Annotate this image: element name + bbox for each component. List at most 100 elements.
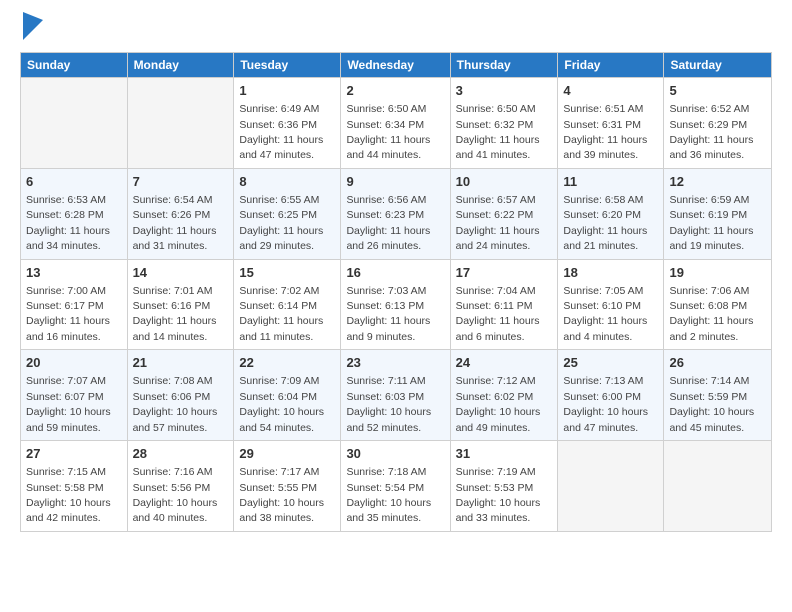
day-number: 11 xyxy=(563,173,658,191)
calendar-week-row: 6 Sunrise: 6:53 AM Sunset: 6:28 PM Daylig… xyxy=(21,168,772,259)
calendar-day-cell: 2Sunrise: 6:50 AM Sunset: 6:34 PM Daylig… xyxy=(341,78,450,169)
day-info: Sunrise: 7:16 AM Sunset: 5:56 PM Dayligh… xyxy=(133,466,218,524)
day-info: Sunrise: 6:56 AM Sunset: 6:23 PM Dayligh… xyxy=(346,194,430,252)
calendar-day-cell: 11Sunrise: 6:58 AM Sunset: 6:20 PM Dayli… xyxy=(558,168,664,259)
day-number: 26 xyxy=(669,354,766,372)
day-number: 6 xyxy=(26,173,122,191)
logo-icon xyxy=(23,12,43,40)
day-info: Sunrise: 7:07 AM Sunset: 6:07 PM Dayligh… xyxy=(26,375,111,433)
day-info: Sunrise: 6:50 AM Sunset: 6:34 PM Dayligh… xyxy=(346,103,430,161)
page: SundayMondayTuesdayWednesdayThursdayFrid… xyxy=(0,0,792,612)
day-number: 17 xyxy=(456,264,553,282)
calendar-day-cell: 28 Sunrise: 7:16 AM Sunset: 5:56 PM Dayli… xyxy=(127,441,234,532)
day-number: 3 xyxy=(456,82,553,100)
weekday-header: Sunday xyxy=(21,53,128,78)
calendar-day-cell: 5 Sunrise: 6:52 AM Sunset: 6:29 PM Daylig… xyxy=(664,78,772,169)
day-info: Sunrise: 6:55 AM Sunset: 6:25 PM Dayligh… xyxy=(239,194,323,252)
weekday-header-row: SundayMondayTuesdayWednesdayThursdayFrid… xyxy=(21,53,772,78)
calendar-day-cell: 31Sunrise: 7:19 AM Sunset: 5:53 PM Dayli… xyxy=(450,441,558,532)
day-number: 18 xyxy=(563,264,658,282)
calendar-day-cell: 6 Sunrise: 6:53 AM Sunset: 6:28 PM Daylig… xyxy=(21,168,128,259)
day-info: Sunrise: 6:51 AM Sunset: 6:31 PM Dayligh… xyxy=(563,103,647,161)
day-info: Sunrise: 6:57 AM Sunset: 6:22 PM Dayligh… xyxy=(456,194,540,252)
header xyxy=(20,16,772,40)
calendar-day-cell: 19 Sunrise: 7:06 AM Sunset: 6:08 PM Dayli… xyxy=(664,259,772,350)
day-number: 21 xyxy=(133,354,229,372)
calendar-day-cell: 26 Sunrise: 7:14 AM Sunset: 5:59 PM Dayli… xyxy=(664,350,772,441)
calendar-week-row: 20Sunrise: 7:07 AM Sunset: 6:07 PM Dayli… xyxy=(21,350,772,441)
day-info: Sunrise: 7:14 AM Sunset: 5:59 PM Dayligh… xyxy=(669,375,754,433)
day-number: 30 xyxy=(346,445,444,463)
calendar-day-cell xyxy=(664,441,772,532)
day-info: Sunrise: 7:09 AM Sunset: 6:04 PM Dayligh… xyxy=(239,375,324,433)
calendar-day-cell: 29 Sunrise: 7:17 AM Sunset: 5:55 PM Dayli… xyxy=(234,441,341,532)
day-number: 10 xyxy=(456,173,553,191)
day-number: 22 xyxy=(239,354,335,372)
day-number: 16 xyxy=(346,264,444,282)
day-info: Sunrise: 7:13 AM Sunset: 6:00 PM Dayligh… xyxy=(563,375,648,433)
day-info: Sunrise: 6:53 AM Sunset: 6:28 PM Dayligh… xyxy=(26,194,110,252)
calendar-day-cell: 7 Sunrise: 6:54 AM Sunset: 6:26 PM Daylig… xyxy=(127,168,234,259)
calendar-day-cell xyxy=(21,78,128,169)
day-number: 7 xyxy=(133,173,229,191)
day-number: 5 xyxy=(669,82,766,100)
day-info: Sunrise: 7:12 AM Sunset: 6:02 PM Dayligh… xyxy=(456,375,541,433)
day-number: 4 xyxy=(563,82,658,100)
day-number: 1 xyxy=(239,82,335,100)
day-info: Sunrise: 6:49 AM Sunset: 6:36 PM Dayligh… xyxy=(239,103,323,161)
calendar-day-cell xyxy=(558,441,664,532)
day-info: Sunrise: 7:15 AM Sunset: 5:58 PM Dayligh… xyxy=(26,466,111,524)
calendar-day-cell: 27 Sunrise: 7:15 AM Sunset: 5:58 PM Dayli… xyxy=(21,441,128,532)
weekday-header: Wednesday xyxy=(341,53,450,78)
day-number: 9 xyxy=(346,173,444,191)
day-info: Sunrise: 6:50 AM Sunset: 6:32 PM Dayligh… xyxy=(456,103,540,161)
day-number: 29 xyxy=(239,445,335,463)
logo xyxy=(20,16,43,40)
weekday-header: Saturday xyxy=(664,53,772,78)
day-info: Sunrise: 7:00 AM Sunset: 6:17 PM Dayligh… xyxy=(26,285,110,343)
calendar-day-cell: 15 Sunrise: 7:02 AM Sunset: 6:14 PM Dayli… xyxy=(234,259,341,350)
calendar-day-cell: 16Sunrise: 7:03 AM Sunset: 6:13 PM Dayli… xyxy=(341,259,450,350)
day-info: Sunrise: 6:52 AM Sunset: 6:29 PM Dayligh… xyxy=(669,103,753,161)
calendar-table: SundayMondayTuesdayWednesdayThursdayFrid… xyxy=(20,52,772,532)
day-info: Sunrise: 7:08 AM Sunset: 6:06 PM Dayligh… xyxy=(133,375,218,433)
weekday-header: Thursday xyxy=(450,53,558,78)
calendar-day-cell: 17 Sunrise: 7:04 AM Sunset: 6:11 PM Dayli… xyxy=(450,259,558,350)
calendar-day-cell: 14Sunrise: 7:01 AM Sunset: 6:16 PM Dayli… xyxy=(127,259,234,350)
day-info: Sunrise: 7:06 AM Sunset: 6:08 PM Dayligh… xyxy=(669,285,753,343)
day-info: Sunrise: 7:17 AM Sunset: 5:55 PM Dayligh… xyxy=(239,466,324,524)
day-info: Sunrise: 7:02 AM Sunset: 6:14 PM Dayligh… xyxy=(239,285,323,343)
weekday-header: Friday xyxy=(558,53,664,78)
calendar-day-cell: 21 Sunrise: 7:08 AM Sunset: 6:06 PM Dayli… xyxy=(127,350,234,441)
day-number: 27 xyxy=(26,445,122,463)
weekday-header: Monday xyxy=(127,53,234,78)
calendar-day-cell: 13 Sunrise: 7:00 AM Sunset: 6:17 PM Dayli… xyxy=(21,259,128,350)
day-number: 19 xyxy=(669,264,766,282)
weekday-header: Tuesday xyxy=(234,53,341,78)
day-number: 12 xyxy=(669,173,766,191)
day-info: Sunrise: 7:05 AM Sunset: 6:10 PM Dayligh… xyxy=(563,285,647,343)
day-info: Sunrise: 6:59 AM Sunset: 6:19 PM Dayligh… xyxy=(669,194,753,252)
calendar-day-cell: 9 Sunrise: 6:56 AM Sunset: 6:23 PM Daylig… xyxy=(341,168,450,259)
day-number: 14 xyxy=(133,264,229,282)
calendar-day-cell: 8Sunrise: 6:55 AM Sunset: 6:25 PM Daylig… xyxy=(234,168,341,259)
day-number: 25 xyxy=(563,354,658,372)
day-info: Sunrise: 6:54 AM Sunset: 6:26 PM Dayligh… xyxy=(133,194,217,252)
day-info: Sunrise: 7:18 AM Sunset: 5:54 PM Dayligh… xyxy=(346,466,431,524)
day-number: 24 xyxy=(456,354,553,372)
day-number: 15 xyxy=(239,264,335,282)
calendar-week-row: 1 Sunrise: 6:49 AM Sunset: 6:36 PM Daylig… xyxy=(21,78,772,169)
calendar-day-cell: 23Sunrise: 7:11 AM Sunset: 6:03 PM Dayli… xyxy=(341,350,450,441)
calendar-day-cell: 20Sunrise: 7:07 AM Sunset: 6:07 PM Dayli… xyxy=(21,350,128,441)
calendar-day-cell: 12 Sunrise: 6:59 AM Sunset: 6:19 PM Dayli… xyxy=(664,168,772,259)
day-number: 28 xyxy=(133,445,229,463)
calendar-day-cell: 30 Sunrise: 7:18 AM Sunset: 5:54 PM Dayli… xyxy=(341,441,450,532)
calendar-day-cell: 10 Sunrise: 6:57 AM Sunset: 6:22 PM Dayli… xyxy=(450,168,558,259)
day-info: Sunrise: 7:19 AM Sunset: 5:53 PM Dayligh… xyxy=(456,466,541,524)
day-number: 13 xyxy=(26,264,122,282)
calendar-week-row: 13 Sunrise: 7:00 AM Sunset: 6:17 PM Dayli… xyxy=(21,259,772,350)
calendar-week-row: 27 Sunrise: 7:15 AM Sunset: 5:58 PM Dayli… xyxy=(21,441,772,532)
day-info: Sunrise: 7:04 AM Sunset: 6:11 PM Dayligh… xyxy=(456,285,540,343)
calendar-day-cell: 24 Sunrise: 7:12 AM Sunset: 6:02 PM Dayli… xyxy=(450,350,558,441)
calendar-day-cell: 22 Sunrise: 7:09 AM Sunset: 6:04 PM Dayli… xyxy=(234,350,341,441)
